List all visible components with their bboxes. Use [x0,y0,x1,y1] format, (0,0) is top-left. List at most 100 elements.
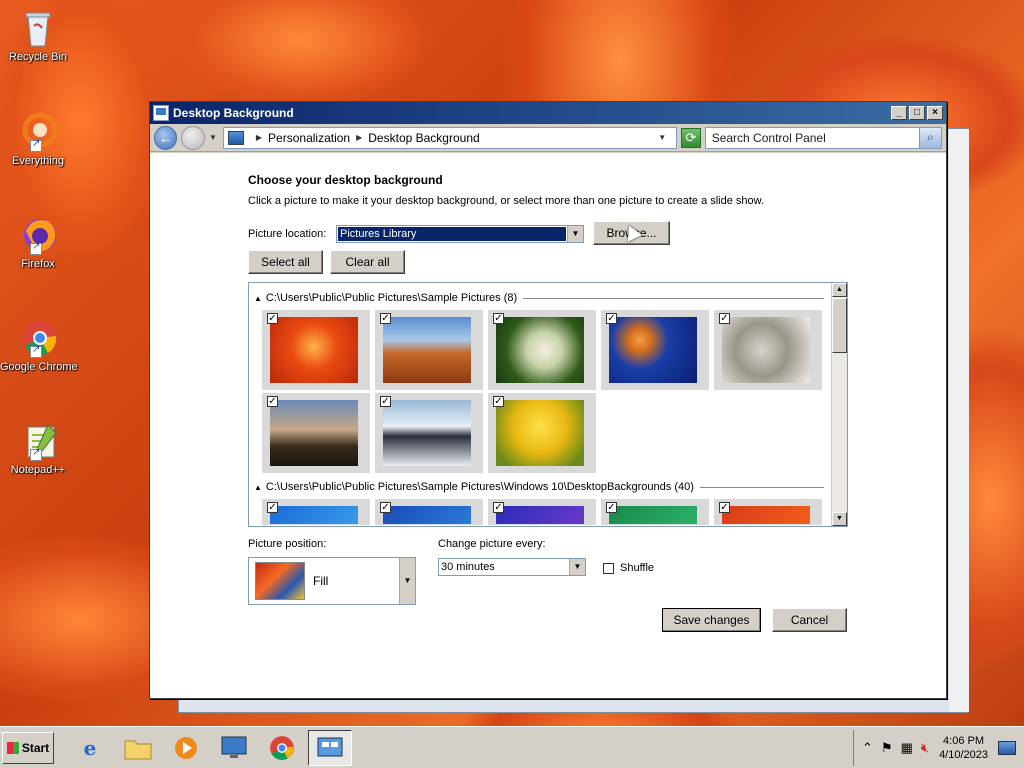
picture-tile-blue[interactable]: ✓ [262,499,370,525]
picture-checkbox[interactable]: ✓ [493,396,504,407]
picture-checkbox[interactable]: ✓ [606,502,617,513]
navigation-bar: ← → ▼ ▶ Personalization ▶ Desktop Backgr… [150,124,946,152]
picture-tile-red[interactable]: ✓ [714,499,822,525]
internet-explorer-icon: e [83,735,97,760]
picture-tile-green[interactable]: ✓ [601,499,709,525]
picture-tile-jellyfish[interactable]: ✓ [601,310,709,390]
picture-tile-blue-purple[interactable]: ✓ [488,499,596,525]
picture-checkbox[interactable]: ✓ [493,313,504,324]
chevron-down-icon[interactable]: ▼ [399,558,415,604]
scrollbar-thumb[interactable] [832,298,847,353]
picture-tile-hydrangeas[interactable]: ✓ [488,310,596,390]
picture-checkbox[interactable]: ✓ [493,502,504,513]
picture-tile-tulips[interactable]: ✓ [488,393,596,473]
clear-all-button[interactable]: Clear all [330,250,405,274]
gallery-scrollbar[interactable]: ▲ ▼ [831,283,847,526]
picture-checkbox[interactable]: ✓ [380,502,391,513]
start-button[interactable]: Start [2,731,54,764]
taskbar-media-player[interactable] [164,730,208,766]
chrome-icon [18,318,58,358]
search-box[interactable]: Search Control Panel ⌕ [704,126,942,149]
picture-checkbox[interactable]: ✓ [380,313,391,324]
scroll-up-icon[interactable]: ▲ [832,283,847,297]
back-button[interactable]: ← [154,125,178,150]
folder-icon [124,740,152,759]
chevron-down-icon[interactable]: ▼ [567,226,583,242]
search-input[interactable]: Search Control Panel [706,131,919,145]
collapse-chevron-up-icon[interactable]: ▲ [254,483,262,492]
picture-location-label: Picture location: [248,228,327,240]
change-picture-every-label: Change picture every: [438,538,546,550]
picture-position-value: Fill [313,574,329,588]
show-desktop-button[interactable] [998,740,1016,755]
select-all-button[interactable]: Select all [248,250,323,274]
picture-checkbox[interactable]: ✓ [719,502,730,513]
recent-pages-chevron-down-icon[interactable]: ▼ [209,133,217,142]
picture-tile-koala[interactable]: ✓ [714,310,822,390]
address-bar[interactable]: ▶ Personalization ▶ Desktop Background ▼ [222,126,678,149]
save-changes-button[interactable]: Save changes [662,608,761,632]
search-icon[interactable]: ⌕ [919,127,941,148]
chevron-down-icon[interactable]: ▼ [569,559,585,575]
picture-tile-chrysanthemum[interactable]: ✓ [262,310,370,390]
everything-icon [18,112,58,152]
cancel-button[interactable]: Cancel [772,608,847,632]
lighthouse-thumbnail [270,400,358,466]
picture-checkbox[interactable]: ✓ [267,396,278,407]
group-header-windows-10-backgrounds[interactable]: ▲ C:\Users\Public\Public Pictures\Sample… [254,481,824,493]
picture-position-dropdown[interactable]: Fill ▼ [248,557,416,605]
taskbar-file-explorer[interactable] [116,730,160,766]
breadcrumb-desktop-background[interactable]: Desktop Background [368,131,479,145]
show-hidden-icons-chevron-up-icon[interactable]: ⌃ [862,740,873,756]
breadcrumb-personalization[interactable]: Personalization [268,131,350,145]
picture-tile-desert[interactable]: ✓ [375,310,483,390]
close-button[interactable]: × [927,106,943,120]
breadcrumb-separator-icon[interactable]: ▶ [356,133,362,142]
volume-muted-icon[interactable]: 🔇︎ [921,740,929,756]
blue-purple-thumbnail [496,506,584,524]
taskbar-google-chrome[interactable] [260,730,304,766]
window-title: Desktop Background [173,106,294,120]
desktop-icon-google-chrome[interactable]: Google Chrome [0,318,78,373]
taskbar-control-panel[interactable] [308,729,352,766]
desktop-icon-firefox[interactable]: Firefox [0,215,76,270]
penguins-thumbnail [383,400,471,466]
picture-tile-lighthouse[interactable]: ✓ [262,393,370,473]
shuffle-checkbox[interactable] [603,562,614,574]
change-picture-every-dropdown[interactable]: 30 minutes ▼ [438,558,586,576]
desktop-icon-notepad-plus-plus[interactable]: Notepad++ [0,421,76,476]
maximize-button[interactable]: □ [909,106,925,120]
picture-checkbox[interactable]: ✓ [606,313,617,324]
picture-checkbox[interactable]: ✓ [719,313,730,324]
scroll-down-icon[interactable]: ▼ [832,512,847,526]
refresh-button[interactable]: ⟳ [681,127,701,148]
flag-icon[interactable]: ⚑ [881,740,893,756]
picture-tile-blue-2[interactable]: ✓ [375,499,483,525]
desktop-icon-label: Notepad++ [10,464,66,476]
desktop-icon-recycle-bin[interactable]: Recycle Bin [0,8,76,63]
minimize-button[interactable]: _ [891,106,907,120]
breadcrumb-separator-icon[interactable]: ▶ [256,133,262,142]
collapse-chevron-up-icon[interactable]: ▲ [254,294,262,303]
instructions-text: Click a picture to make it your desktop … [248,195,765,207]
clock[interactable]: 4:06 PM 4/10/2023 [939,734,988,762]
group-header-sample-pictures[interactable]: ▲ C:\Users\Public\Public Pictures\Sample… [254,292,824,304]
group-header-label: C:\Users\Public\Public Pictures\Sample P… [265,292,518,304]
title-bar[interactable]: Desktop Background _ □ × [150,102,946,124]
picture-location-dropdown[interactable]: Pictures Library ▼ [336,225,584,243]
picture-checkbox[interactable]: ✓ [267,502,278,513]
picture-checkbox[interactable]: ✓ [267,313,278,324]
network-icon[interactable]: ▦ [901,740,913,756]
desktop-icon-everything[interactable]: Everything [0,112,76,167]
system-tray: ⌃ ⚑ ▦ 🔇︎ 4:06 PM 4/10/2023 [853,729,1024,766]
desktop-icon-label: Recycle Bin [8,51,68,63]
shuffle-option[interactable]: Shuffle [603,562,654,574]
forward-button[interactable]: → [181,125,205,150]
shortcut-arrow-icon [30,138,42,152]
picture-tile-penguins[interactable]: ✓ [375,393,483,473]
picture-checkbox[interactable]: ✓ [380,396,391,407]
address-dropdown-chevron-down-icon[interactable]: ▼ [658,133,666,142]
taskbar-internet-explorer[interactable]: e [68,730,112,766]
desktop-icon-label: Everything [12,155,64,167]
taskbar-remote-desktop[interactable] [212,730,256,766]
